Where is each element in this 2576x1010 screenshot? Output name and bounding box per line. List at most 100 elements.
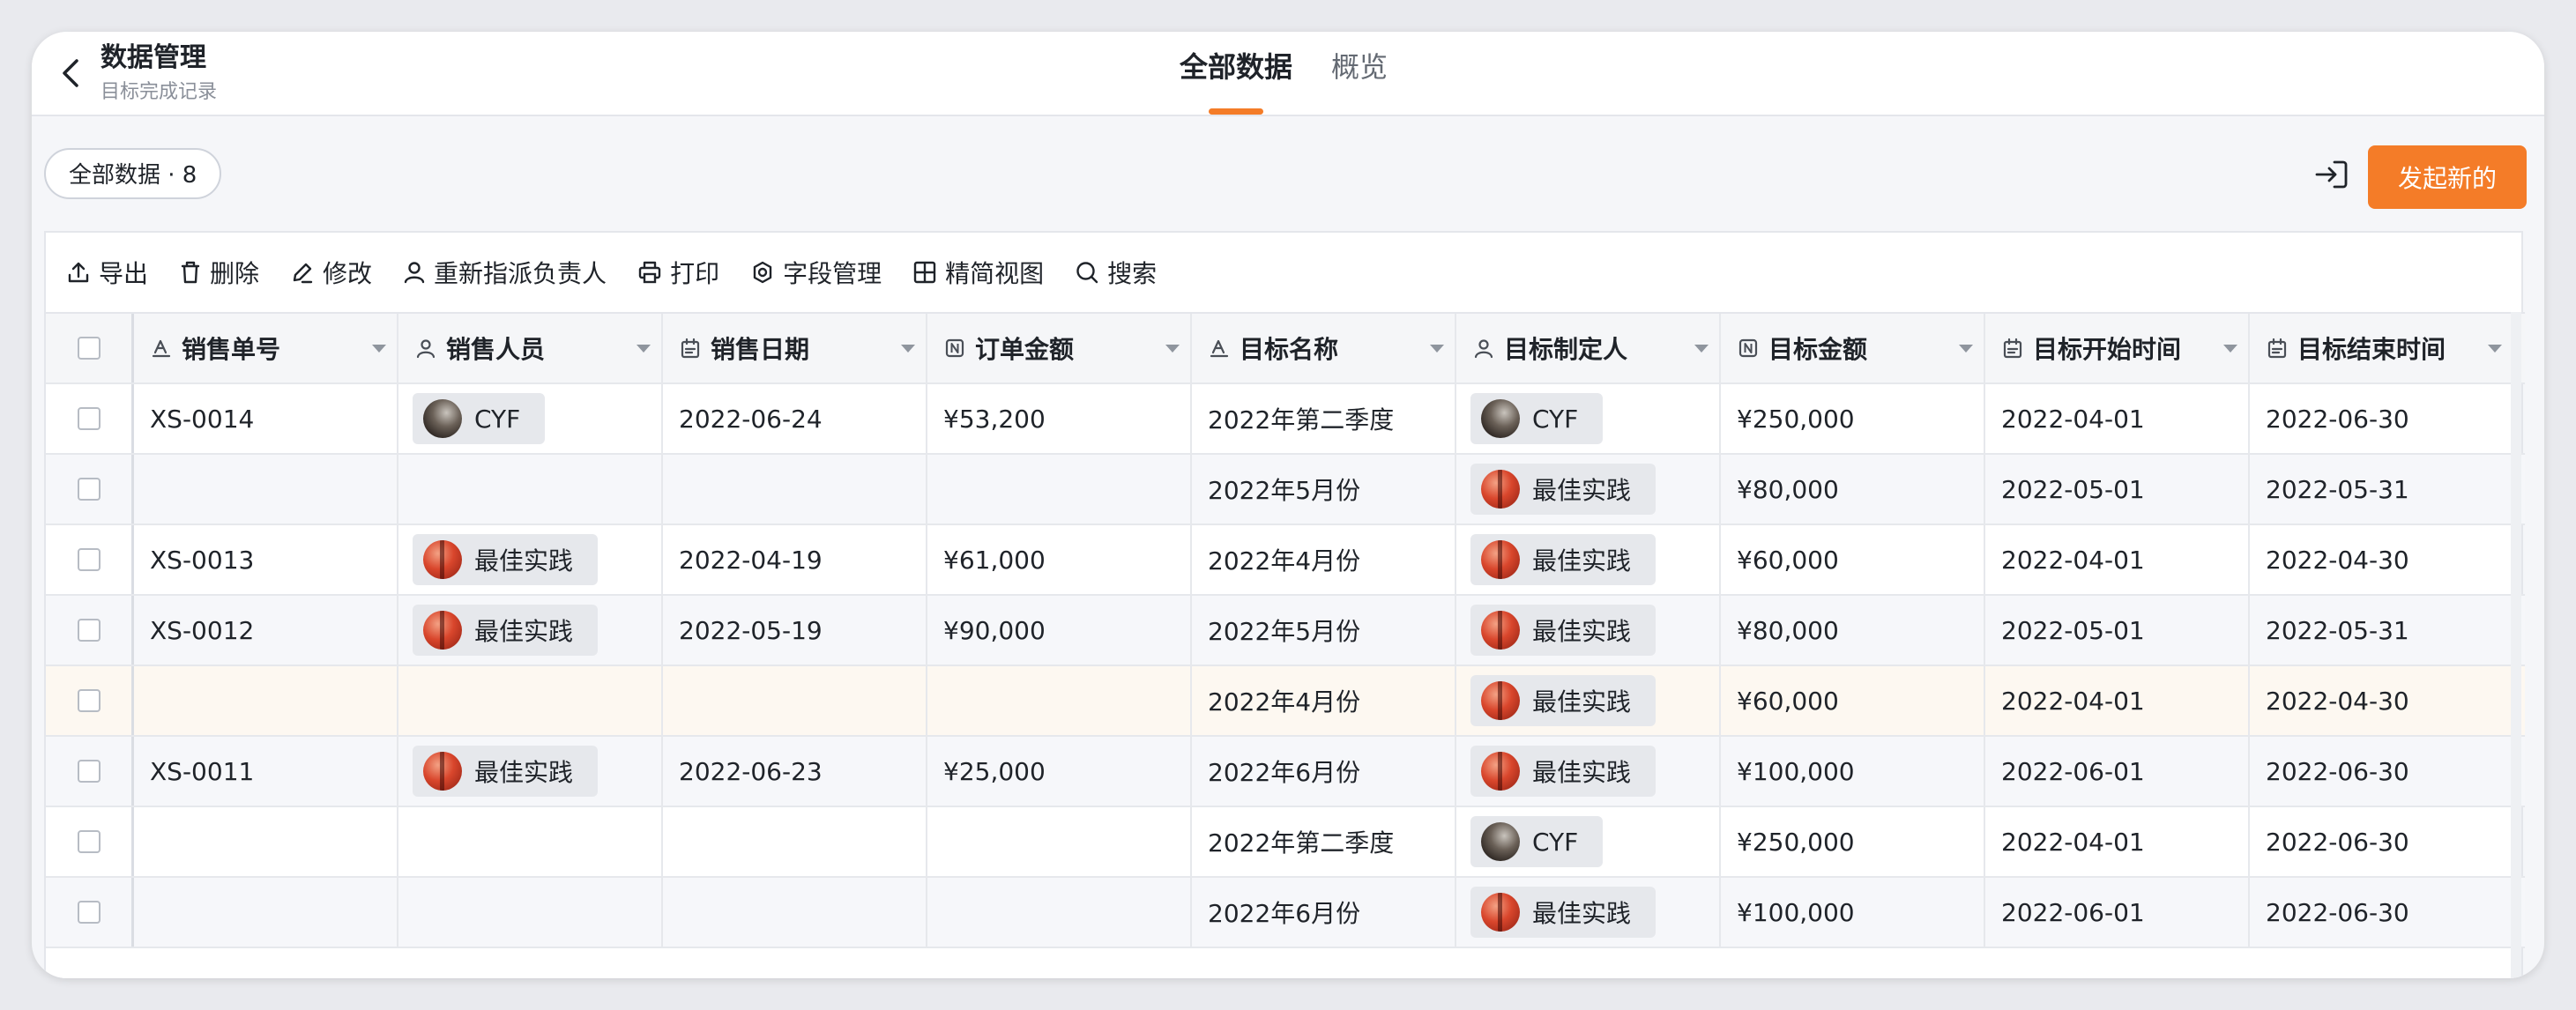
table-cell[interactable]: 2022-06-30 [2250,384,2514,453]
table-cell[interactable]: ¥25,000 [927,737,1192,806]
table-cell[interactable] [134,455,398,524]
table-cell[interactable] [927,455,1192,524]
person-tag[interactable]: 最佳实践 [413,746,599,797]
table-cell[interactable] [663,455,927,524]
table-row[interactable]: 2022年4月份 最佳实践 ¥60,000 2022-04-01 2022-04-30 [46,666,2525,737]
chevron-down-icon[interactable] [372,345,386,353]
table-row[interactable]: 2022年第二季度 CYF ¥250,000 2022-04-01 2022-06-30 [46,807,2525,878]
table-row[interactable]: XS-0014 CYF 2022-06-24 ¥53,200 2022年第二季度 CYF ¥… [46,384,2525,455]
compact-view-button[interactable]: 精简视图 [912,250,1044,294]
row-checkbox[interactable] [77,760,101,783]
table-cell[interactable]: ¥60,000 [1721,666,1985,735]
table-cell[interactable]: 2022-06-01 [1985,737,2250,806]
table-cell[interactable] [134,807,398,876]
chevron-down-icon[interactable] [1165,345,1180,353]
table-cell[interactable]: 最佳实践 [1456,525,1721,594]
tab-all-data[interactable]: 全部数据 [1160,32,1312,115]
table-cell[interactable]: CYF [1456,384,1721,453]
table-cell[interactable]: 最佳实践 [1456,596,1721,665]
table-cell[interactable]: 最佳实践 [1456,666,1721,735]
table-cell[interactable]: ¥250,000 [1721,807,1985,876]
field-settings-button[interactable]: 字段管理 [749,250,882,294]
search-button[interactable]: 搜索 [1074,250,1157,294]
table-cell[interactable] [663,666,927,735]
person-tag[interactable]: 最佳实践 [1470,464,1657,515]
table-cell[interactable]: 2022年4月份 [1192,666,1456,735]
table-cell[interactable]: 2022年5月份 [1192,596,1456,665]
table-row[interactable]: XS-0013 最佳实践 2022-04-19 ¥61,000 2022年4月份 最佳实践… [46,525,2525,596]
delete-button[interactable]: 删除 [178,250,259,294]
table-cell[interactable]: 2022-04-30 [2250,666,2514,735]
select-all-checkbox[interactable] [77,337,101,360]
table-cell[interactable]: 2022年5月份 [1192,455,1456,524]
table-cell[interactable]: 2022年6月份 [1192,737,1456,806]
column-header[interactable]: 目标金额 [1721,314,1985,382]
chevron-down-icon[interactable] [1959,345,1973,353]
chevron-down-icon[interactable] [2223,345,2237,353]
create-new-button[interactable]: 发起新的 [2368,145,2527,209]
person-tag[interactable]: 最佳实践 [1470,675,1657,726]
table-cell[interactable]: XS-0011 [134,737,398,806]
column-header[interactable]: 销售日期 [663,314,927,382]
table-cell[interactable]: XS-0013 [134,525,398,594]
table-cell[interactable]: CYF [1456,807,1721,876]
table-cell[interactable]: ¥60,000 [1721,525,1985,594]
table-cell[interactable] [398,455,663,524]
table-cell[interactable] [663,878,927,947]
table-cell[interactable]: 2022-06-01 [1985,878,2250,947]
column-header[interactable]: 销售人员 [398,314,663,382]
table-cell[interactable]: 最佳实践 [398,525,663,594]
table-cell[interactable]: 2022年6月份 [1192,878,1456,947]
table-cell[interactable]: 最佳实践 [1456,878,1721,947]
person-tag[interactable]: 最佳实践 [1470,746,1657,797]
table-cell[interactable]: 2022-05-01 [1985,596,2250,665]
person-tag[interactable]: 最佳实践 [1470,534,1657,585]
chevron-down-icon[interactable] [1694,345,1709,353]
table-cell[interactable]: ¥80,000 [1721,455,1985,524]
back-button[interactable] [49,51,93,95]
table-cell[interactable]: 2022-04-01 [1985,384,2250,453]
table-cell[interactable]: XS-0012 [134,596,398,665]
row-checkbox[interactable] [77,619,101,642]
edit-button[interactable]: 修改 [289,250,372,294]
horizontal-scroll-edge[interactable] [2511,312,2521,978]
column-header[interactable]: 目标制定人 [1456,314,1721,382]
person-tag[interactable]: 最佳实践 [1470,887,1657,938]
table-row[interactable]: XS-0011 最佳实践 2022-06-23 ¥25,000 2022年6月份 最佳实践… [46,737,2525,807]
table-cell[interactable]: 2022-04-19 [663,525,927,594]
table-cell[interactable]: ¥100,000 [1721,737,1985,806]
table-cell[interactable]: 2022-06-30 [2250,807,2514,876]
table-cell[interactable]: ¥53,200 [927,384,1192,453]
chevron-down-icon[interactable] [901,345,915,353]
table-cell[interactable]: 2022-06-24 [663,384,927,453]
chevron-down-icon[interactable] [637,345,651,353]
filter-chip[interactable]: 全部数据 · 8 [44,148,222,199]
table-cell[interactable]: ¥61,000 [927,525,1192,594]
table-cell[interactable]: 2022-05-31 [2250,455,2514,524]
row-checkbox[interactable] [77,478,101,501]
table-cell[interactable]: CYF [398,384,663,453]
tab-overview[interactable]: 概览 [1312,32,1407,115]
row-checkbox[interactable] [77,901,101,924]
print-button[interactable]: 打印 [637,250,719,294]
table-cell[interactable]: 最佳实践 [398,596,663,665]
table-cell[interactable]: XS-0014 [134,384,398,453]
person-tag[interactable]: 最佳实践 [1470,605,1657,656]
table-cell[interactable]: 最佳实践 [1456,737,1721,806]
person-tag[interactable]: 最佳实践 [413,534,599,585]
table-cell[interactable]: 最佳实践 [1456,455,1721,524]
column-header[interactable]: 目标开始时间 [1985,314,2250,382]
table-cell[interactable]: 2022-05-19 [663,596,927,665]
person-tag[interactable]: CYF [413,393,546,444]
table-cell[interactable] [927,666,1192,735]
table-cell[interactable]: 2022-04-01 [1985,666,2250,735]
table-cell[interactable] [398,807,663,876]
row-checkbox[interactable] [77,407,101,430]
export-button[interactable]: 导出 [65,250,148,294]
table-cell[interactable] [134,666,398,735]
table-row[interactable]: 2022年6月份 最佳实践 ¥100,000 2022-06-01 2022-06-30 [46,878,2525,948]
table-cell[interactable]: ¥250,000 [1721,384,1985,453]
table-cell[interactable] [927,807,1192,876]
chevron-down-icon[interactable] [2488,345,2502,353]
column-header[interactable]: 目标名称 [1192,314,1456,382]
